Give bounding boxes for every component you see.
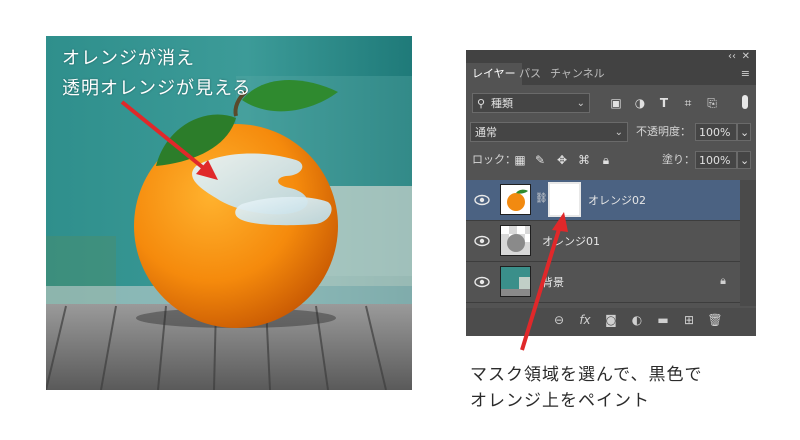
- layer-mask-thumbnail[interactable]: [548, 182, 581, 217]
- caption-line-1: マスク領域を選んで、黒色で: [470, 365, 703, 385]
- search-icon: ⚲: [477, 97, 486, 110]
- blend-mode-value: 通常: [475, 126, 497, 139]
- visibility-eye-icon[interactable]: [474, 233, 490, 249]
- layer-row-orange02[interactable]: ⛓ オレンジ02: [466, 180, 740, 221]
- layer-name: オレンジ01: [542, 235, 600, 248]
- type-filter-icon[interactable]: T: [656, 94, 672, 112]
- fill-input[interactable]: 100%: [695, 151, 737, 169]
- caption-line-2: オレンジ上をペイント: [470, 391, 650, 411]
- layer-thumbnail: [500, 225, 531, 256]
- annotation-line-1: オレンジが消え: [62, 48, 195, 69]
- filter-toggle-switch[interactable]: [742, 95, 748, 109]
- fx-icon[interactable]: fx: [576, 313, 594, 327]
- shape-filter-icon[interactable]: ⌗: [680, 94, 696, 112]
- layers-list: ⛓ オレンジ02 オレンジ01 背景 🔒︎: [466, 180, 740, 306]
- opacity-input[interactable]: 100%: [695, 123, 737, 141]
- new-layer-icon[interactable]: ⊞: [680, 313, 698, 327]
- link-chain-icon[interactable]: ⛓: [535, 193, 548, 204]
- panel-bottom-bar: ⊖ fx ◙ ◐ ▬ ⊞ 🗑︎: [466, 308, 756, 336]
- lock-row: ロック： ▦ ✎ ✥ ⌘ 🔒︎ 塗り： 100% ⌄: [466, 150, 756, 172]
- adjustment-filter-icon[interactable]: ◑: [632, 94, 648, 112]
- fill-dropdown[interactable]: ⌄: [737, 151, 751, 169]
- chevron-down-icon: ⌄: [614, 127, 623, 138]
- smart-object-filter-icon[interactable]: ⎘: [704, 94, 720, 112]
- lock-paint-icon[interactable]: ✎: [532, 151, 548, 169]
- image-filter-icon[interactable]: ▣: [608, 94, 624, 112]
- panel-title-bar: ‹‹ ✕: [466, 50, 756, 63]
- mask-icon[interactable]: ◙: [602, 313, 620, 327]
- folder-icon[interactable]: ▬: [654, 313, 672, 327]
- lock-icon[interactable]: 🔒︎: [720, 274, 726, 288]
- chevron-down-icon: ⌄: [576, 98, 585, 109]
- trash-icon[interactable]: 🗑︎: [706, 313, 724, 327]
- chevron-down-icon: ⌄: [740, 126, 750, 139]
- annotation-line-2: 透明オレンジが見える: [62, 78, 252, 99]
- visibility-eye-icon[interactable]: [474, 274, 490, 290]
- chevron-down-icon: ⌄: [740, 154, 750, 167]
- tab-channels[interactable]: チャンネル: [544, 63, 611, 85]
- layer-thumbnail: [500, 184, 531, 215]
- layer-thumbnail: [500, 266, 531, 297]
- mask-caption: マスク領域を選んで、黒色で オレンジ上をペイント: [470, 362, 702, 414]
- panel-menu-icon[interactable]: ≡: [741, 67, 750, 80]
- opacity-dropdown[interactable]: ⌄: [737, 123, 751, 141]
- lock-label: ロック：: [472, 153, 516, 166]
- lock-all-icon[interactable]: 🔒︎: [598, 151, 614, 169]
- filter-row: ⚲ 種類 ⌄ ▣ ◑ T ⌗ ⎘: [466, 93, 756, 115]
- layer-name: オレンジ02: [588, 194, 646, 207]
- link-icon[interactable]: ⊖: [550, 313, 568, 327]
- visibility-eye-icon[interactable]: [474, 192, 490, 208]
- filter-kind-value: 種類: [491, 97, 513, 110]
- close-icon[interactable]: ✕: [742, 50, 750, 63]
- panel-tabs: レイヤー パス チャンネル ≡: [466, 63, 756, 85]
- blend-row: 通常 ⌄ 不透明度： 100% ⌄: [466, 122, 756, 144]
- filter-kind-select[interactable]: ⚲ 種類 ⌄: [472, 93, 590, 113]
- layer-row-background[interactable]: 背景 🔒︎: [466, 262, 740, 303]
- layer-row-orange01[interactable]: オレンジ01: [466, 221, 740, 262]
- opacity-label: 不透明度：: [636, 125, 691, 138]
- fill-label: 塗り：: [662, 153, 695, 166]
- lock-artboard-icon[interactable]: ⌘: [576, 151, 592, 169]
- layers-panel: ‹‹ ✕ レイヤー パス チャンネル ≡ ⚲ 種類 ⌄ ▣ ◑ T ⌗ ⎘ 通常…: [466, 50, 756, 336]
- blend-mode-select[interactable]: 通常 ⌄: [470, 122, 628, 142]
- adjustment-icon[interactable]: ◐: [628, 313, 646, 327]
- tab-paths[interactable]: パス: [513, 63, 547, 85]
- orange-annotation: オレンジが消え 透明オレンジが見える: [62, 44, 251, 104]
- collapse-icon[interactable]: ‹‹: [728, 50, 736, 63]
- lock-transparent-icon[interactable]: ▦: [512, 151, 528, 169]
- layer-name: 背景: [542, 276, 564, 289]
- lock-move-icon[interactable]: ✥: [554, 151, 570, 169]
- layers-scrollbar[interactable]: [740, 180, 756, 306]
